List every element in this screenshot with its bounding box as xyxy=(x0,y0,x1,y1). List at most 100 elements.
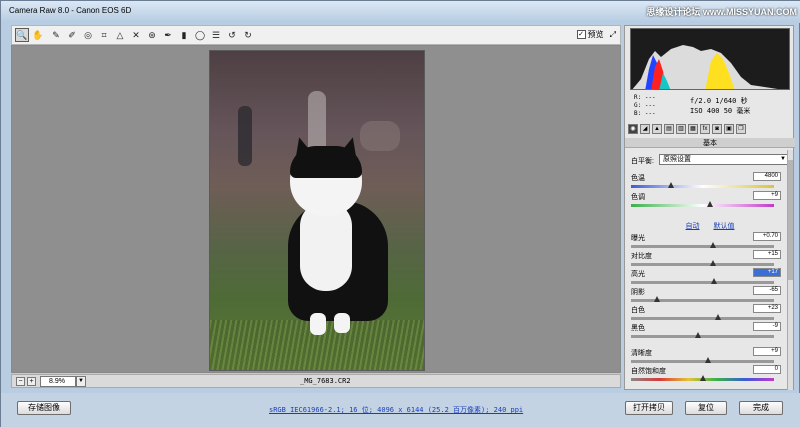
camera-raw-window: Camera Raw 8.0 - Canon EOS 6D 思缘设计论坛 www… xyxy=(0,0,800,427)
slider-thumb[interactable] xyxy=(709,260,716,266)
crop-tool-icon[interactable]: ⌗ xyxy=(97,28,111,42)
zoom-out-button[interactable]: − xyxy=(16,377,25,386)
slider-track[interactable] xyxy=(631,281,774,284)
radial-filter-icon[interactable]: ◯ xyxy=(193,28,207,42)
slider-thumb[interactable] xyxy=(695,332,702,338)
white-balance-label: 白平衡: xyxy=(631,158,654,165)
preferences-icon[interactable]: ☰ xyxy=(209,28,223,42)
slider-thumb[interactable] xyxy=(668,182,675,188)
straighten-tool-icon[interactable]: △ xyxy=(113,28,127,42)
reset-button[interactable]: 复位 xyxy=(685,401,727,415)
slider-value-field[interactable]: -65 xyxy=(753,286,781,295)
slider-track[interactable] xyxy=(631,360,774,363)
slider-label: 清晰度 xyxy=(631,350,652,357)
done-button[interactable]: 完成 xyxy=(739,401,783,415)
tab-basic-icon[interactable]: ◉ xyxy=(628,124,638,134)
red-value: R: --- xyxy=(634,94,656,101)
slider-track[interactable] xyxy=(631,299,774,302)
save-image-button[interactable]: 存储图像 xyxy=(17,401,71,415)
tab-camera-calibration-icon[interactable]: ◙ xyxy=(712,124,722,134)
tab-effects-icon[interactable]: fx xyxy=(700,124,710,134)
workflow-options-link[interactable]: sRGB IEC61966-2.1; 16 位; 4096 x 6144 (25… xyxy=(269,405,523,415)
open-copy-button[interactable]: 打开拷贝 xyxy=(625,401,673,415)
cat-paw xyxy=(310,313,326,335)
photo-preview[interactable] xyxy=(209,50,425,371)
spot-removal-tool-icon[interactable]: ✕ xyxy=(129,28,143,42)
zoom-in-button[interactable]: + xyxy=(27,377,36,386)
slider-0[interactable]: 色温 4800 xyxy=(631,172,781,193)
zoom-tool-icon[interactable]: 🔍 xyxy=(15,28,29,42)
tab-tone-curve-icon[interactable]: ◢ xyxy=(640,124,650,134)
green-value: G: --- xyxy=(634,102,656,109)
tab-split-toning-icon[interactable]: ▥ xyxy=(676,124,686,134)
white-balance-select[interactable]: 原照设置 ▼ xyxy=(659,154,789,165)
slider-thumb[interactable] xyxy=(710,278,717,284)
slider-track[interactable] xyxy=(631,317,774,320)
slider-value-field[interactable]: -9 xyxy=(753,322,781,331)
preview-toggle[interactable]: ✓ 预览 ⤢ xyxy=(576,29,616,40)
slider-value-field[interactable]: +0.70 xyxy=(753,232,781,241)
slider-1[interactable]: 色调 +9 xyxy=(631,191,781,212)
slider-thumb[interactable] xyxy=(706,201,713,207)
rotate-ccw-icon[interactable]: ↺ xyxy=(225,28,239,42)
slider-value-field[interactable]: +23 xyxy=(753,304,781,313)
slider-track[interactable] xyxy=(631,263,774,266)
background-figure xyxy=(238,106,252,166)
exif-iso-focal: ISO 400 50 毫米 xyxy=(690,107,751,115)
slider-value-field[interactable]: 4800 xyxy=(753,172,781,181)
preview-checkbox[interactable]: ✓ xyxy=(576,30,586,39)
slider-thumb[interactable] xyxy=(699,375,706,381)
slider-thumb[interactable] xyxy=(705,357,712,363)
blue-value: B: --- xyxy=(634,110,656,117)
slider-label: 色调 xyxy=(631,194,645,201)
cat-paw xyxy=(334,313,350,333)
scrollbar-thumb[interactable] xyxy=(788,160,793,280)
slider-value-field[interactable]: 0 xyxy=(753,365,781,374)
slider-track[interactable] xyxy=(631,204,774,207)
slider-thumb[interactable] xyxy=(653,296,660,302)
fullscreen-icon[interactable]: ⤢ xyxy=(610,30,616,40)
tab-detail-icon[interactable]: ▲ xyxy=(652,124,662,134)
zoom-level-field[interactable]: 8.9% xyxy=(40,376,76,387)
histogram xyxy=(630,28,790,90)
exif-aperture-shutter: f/2.0 1/640 秒 xyxy=(690,97,748,105)
slider-label: 黑色 xyxy=(631,325,645,332)
slider-track[interactable] xyxy=(631,185,774,188)
red-eye-tool-icon[interactable]: ⊛ xyxy=(145,28,159,42)
hand-tool-icon[interactable]: ✋ xyxy=(31,28,45,42)
slider-9[interactable]: 自然饱和度 0 xyxy=(631,365,781,386)
cat-head-markings xyxy=(290,146,362,178)
image-canvas[interactable] xyxy=(11,45,621,373)
toolbar: 🔍 ✋ ✎ ✐ ◎ ⌗ △ ✕ ⊛ ✒ ▮ ◯ ☰ ↺ ↻ ✓ 预览 ⤢ xyxy=(11,25,621,45)
default-link[interactable]: 默认值 xyxy=(713,223,734,230)
color-sampler-tool-icon[interactable]: ✐ xyxy=(65,28,79,42)
slider-track[interactable] xyxy=(631,335,774,338)
slider-track[interactable] xyxy=(631,245,774,248)
histogram-graph xyxy=(632,45,778,89)
slider-label: 色温 xyxy=(631,175,645,182)
white-balance-tool-icon[interactable]: ✎ xyxy=(49,28,63,42)
tab-lens-icon[interactable]: ▦ xyxy=(688,124,698,134)
adjustment-brush-icon[interactable]: ✒ xyxy=(161,28,175,42)
auto-link[interactable]: 自动 xyxy=(686,223,700,230)
targeted-adjustment-tool-icon[interactable]: ◎ xyxy=(81,28,95,42)
zoom-dropdown-icon[interactable]: ▼ xyxy=(76,376,86,387)
slider-label: 高光 xyxy=(631,271,645,278)
info-readout: R: --- G: --- B: --- f/2.0 1/640 秒 ISO 4… xyxy=(630,92,790,122)
window-title: Camera Raw 8.0 - Canon EOS 6D xyxy=(9,6,132,15)
auto-default-links: 自动 默认值 xyxy=(631,221,789,231)
graduated-filter-icon[interactable]: ▮ xyxy=(177,28,191,42)
slider-thumb[interactable] xyxy=(709,242,716,248)
slider-7[interactable]: 黑色 -9 xyxy=(631,322,781,343)
slider-value-field[interactable]: +15 xyxy=(753,250,781,259)
slider-value-field[interactable]: +9 xyxy=(753,347,781,356)
tab-hsl-icon[interactable]: ▤ xyxy=(664,124,674,134)
tab-snapshots-icon[interactable]: ❐ xyxy=(736,124,746,134)
slider-value-field[interactable]: +17 xyxy=(753,268,781,277)
panel-scrollbar[interactable] xyxy=(787,150,793,390)
slider-thumb[interactable] xyxy=(715,314,722,320)
tab-presets-icon[interactable]: ▣ xyxy=(724,124,734,134)
slider-value-field[interactable]: +9 xyxy=(753,191,781,200)
title-bar: Camera Raw 8.0 - Canon EOS 6D 思缘设计论坛 www… xyxy=(1,1,800,23)
rotate-cw-icon[interactable]: ↻ xyxy=(241,28,255,42)
